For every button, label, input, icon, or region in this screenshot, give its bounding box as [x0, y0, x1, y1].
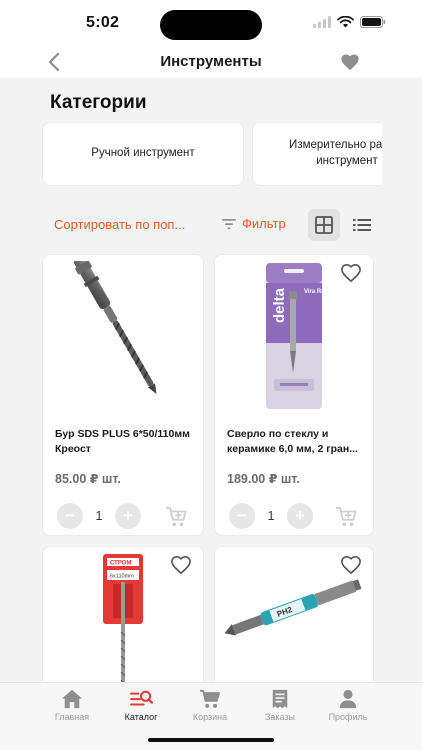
heart-icon [341, 54, 359, 71]
signal-icon [313, 15, 331, 33]
cart-icon [166, 506, 187, 527]
wifi-icon [337, 15, 354, 33]
cart-icon [336, 506, 357, 527]
heart-outline-icon [341, 555, 361, 575]
category-label: Ручной инструмент [91, 147, 195, 160]
grid-view-button[interactable] [308, 209, 340, 241]
categories-row[interactable]: Ручной инструмент Измерительно разм... и… [42, 122, 382, 186]
tab-cart[interactable]: Корзина [180, 689, 240, 722]
tab-label: Каталог [124, 712, 158, 722]
status-icons [313, 15, 386, 33]
package-series-text: delta [271, 287, 288, 323]
favorites-button[interactable] [338, 50, 362, 74]
category-card-measuring-tools[interactable]: Измерительно разм... инструмент [252, 122, 382, 186]
quantity-stepper: − 1 + [229, 503, 313, 529]
tab-label: Профиль [328, 712, 368, 722]
cart-icon [200, 689, 220, 708]
orders-receipt-icon [272, 689, 288, 709]
package-brand-text: Vira Rage [304, 289, 332, 295]
status-bar: 5:02 [0, 0, 422, 46]
home-indicator [148, 738, 274, 742]
tab-orders[interactable]: Заказы [250, 689, 310, 722]
heart-outline-icon [341, 263, 361, 283]
sort-filter-bar: Сортировать по поп... Фильтр [42, 208, 382, 242]
battery-icon [360, 15, 386, 33]
favorite-button[interactable] [339, 553, 363, 577]
product-card[interactable]: Vira Rage delta Сверло по стеклу и керам… [214, 254, 374, 536]
tab-label: Главная [54, 712, 90, 722]
product-price: 189.00 ₽ шт. [227, 472, 300, 486]
heart-outline-icon [171, 555, 191, 575]
catalog-search-icon [130, 690, 153, 706]
decrease-quantity-button[interactable]: − [57, 503, 83, 529]
categories-heading: Категории [50, 92, 147, 113]
product-card[interactable]: Бур SDS PLUS 6*50/110мм Креост 85.00 ₽ ш… [42, 254, 204, 536]
product-image-sds-drill-bit [43, 255, 203, 417]
sort-button[interactable]: Сортировать по поп... [54, 217, 185, 232]
category-label: Измерительно разм... инструмент [289, 139, 382, 167]
add-to-cart-button[interactable] [165, 505, 189, 529]
product-card[interactable]: PH2 [214, 546, 374, 682]
filter-label: Фильтр [242, 216, 286, 231]
navigation-bar: Инструменты [0, 46, 422, 78]
product-name: Бур SDS PLUS 6*50/110мм Креост [55, 428, 190, 456]
increase-quantity-button[interactable]: + [287, 503, 313, 529]
favorite-button[interactable] [169, 553, 193, 577]
favorite-button[interactable] [339, 261, 363, 285]
list-icon [353, 219, 371, 231]
status-time: 5:02 [86, 14, 120, 31]
grid-icon [315, 216, 333, 234]
quantity-stepper: − 1 + [57, 503, 141, 529]
tab-label: Заказы [264, 712, 296, 722]
list-view-button[interactable] [346, 209, 378, 241]
package-brand-text: СТРОМ [110, 561, 131, 567]
dynamic-island [160, 10, 262, 40]
profile-icon [339, 689, 357, 709]
increase-quantity-button[interactable]: + [115, 503, 141, 529]
product-price: 85.00 ₽ шт. [55, 472, 121, 486]
category-card-hand-tools[interactable]: Ручной инструмент [42, 122, 244, 186]
home-icon [62, 689, 82, 709]
quantity-value: 1 [267, 509, 275, 523]
filter-button[interactable]: Фильтр [222, 216, 286, 231]
catalog-content[interactable]: Категории Ручной инструмент Измерительно… [0, 78, 422, 682]
product-name: Сверло по стеклу и керамике 6,0 мм, 2 гр… [227, 428, 358, 456]
tab-label: Корзина [192, 712, 228, 722]
product-card[interactable]: СТРОМ 6x110mm [42, 546, 204, 682]
package-size-text: 6x110mm [110, 574, 134, 580]
tab-profile[interactable]: Профиль [318, 689, 378, 722]
tab-catalog[interactable]: Каталог [111, 689, 171, 722]
quantity-value: 1 [95, 509, 103, 523]
filter-icon [222, 218, 236, 229]
add-to-cart-button[interactable] [335, 505, 359, 529]
tab-home[interactable]: Главная [42, 689, 102, 722]
decrease-quantity-button[interactable]: − [229, 503, 255, 529]
